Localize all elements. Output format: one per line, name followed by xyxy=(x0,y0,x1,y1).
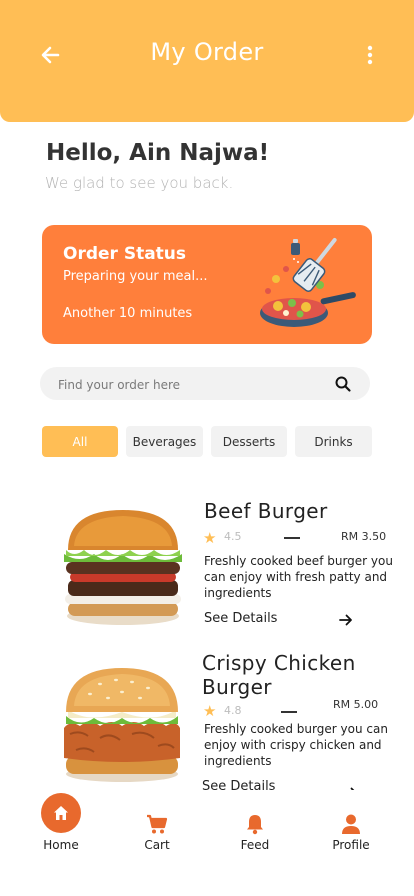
food-item-name: Crispy Chicken Burger xyxy=(202,651,356,699)
order-status-eta: Another 10 minutes xyxy=(63,306,193,321)
category-chip-drinks[interactable]: Drinks xyxy=(295,426,372,457)
divider-dash xyxy=(284,537,300,539)
category-chip-all[interactable]: All xyxy=(42,426,118,457)
food-item-description: Freshly cooked beef burger you can enjoy… xyxy=(204,554,393,600)
beef-burger-image xyxy=(64,510,182,625)
arrow-right-icon[interactable] xyxy=(338,613,354,627)
app-header: My Order xyxy=(0,0,414,122)
cart-icon xyxy=(147,814,168,834)
page-title: My Order xyxy=(150,38,264,66)
nav-item-home[interactable]: Home xyxy=(21,790,101,860)
bottom-nav: Home Cart Feed Profile xyxy=(0,790,414,896)
search-input[interactable] xyxy=(56,367,320,402)
star-icon: ★ xyxy=(203,702,217,720)
divider-dash xyxy=(281,711,297,713)
category-chip-beverages[interactable]: Beverages xyxy=(126,426,203,457)
chicken-burger-image xyxy=(64,668,180,782)
home-active-indicator xyxy=(41,793,81,833)
search-bar xyxy=(40,367,370,402)
food-item-price: RM 3.50 xyxy=(341,530,387,543)
food-item-rating: 4.5 xyxy=(224,530,242,543)
frying-pan-spatula-illustration xyxy=(260,237,356,327)
search-icon[interactable] xyxy=(334,375,352,393)
order-status-title: Order Status xyxy=(63,244,187,264)
nav-label-home: Home xyxy=(43,838,79,852)
nav-label-feed: Feed xyxy=(240,838,270,852)
nav-label-profile: Profile xyxy=(332,838,370,852)
food-item-rating: 4.8 xyxy=(224,704,242,717)
see-details-link[interactable]: See Details xyxy=(204,611,277,626)
more-vertical-icon[interactable] xyxy=(360,40,380,70)
food-item-price: RM 5.00 xyxy=(333,698,379,711)
order-status-card[interactable]: Order Status Preparing your meal... Anot… xyxy=(42,225,372,344)
home-icon xyxy=(54,806,68,820)
nav-item-feed[interactable]: Feed xyxy=(215,790,295,860)
category-chip-desserts[interactable]: Desserts xyxy=(211,426,287,457)
food-item-description: Freshly cooked burger you can enjoy with… xyxy=(204,722,388,768)
nav-item-cart[interactable]: Cart xyxy=(117,790,197,860)
bell-icon xyxy=(247,815,263,835)
nav-item-profile[interactable]: Profile xyxy=(311,790,391,860)
greeting-subtitle: We glad to see you back. xyxy=(45,174,234,192)
greeting-title: Hello, Ain Najwa! xyxy=(46,140,270,166)
nav-label-cart: Cart xyxy=(144,838,170,852)
order-status-message: Preparing your meal... xyxy=(63,269,208,284)
user-icon xyxy=(342,814,360,834)
food-item-name: Beef Burger xyxy=(204,499,328,523)
star-icon: ★ xyxy=(203,529,217,547)
